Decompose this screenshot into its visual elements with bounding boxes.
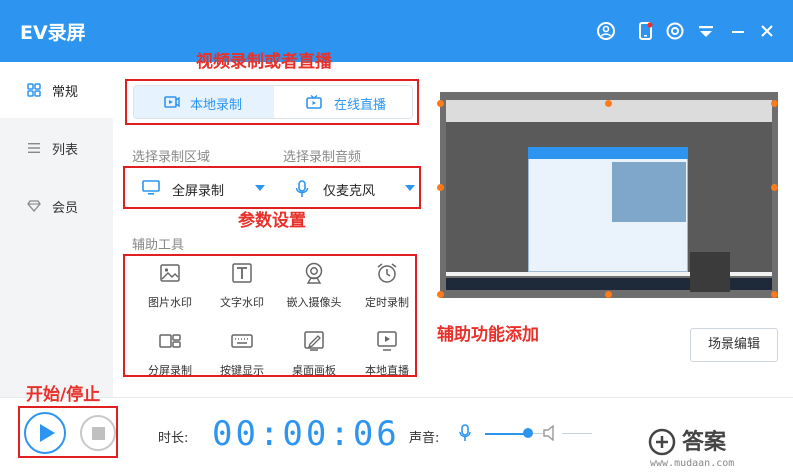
camera-icon: [305, 262, 323, 284]
annotation-mode: 视频录制或者直播: [196, 52, 332, 72]
start-button[interactable]: [24, 412, 66, 454]
record-icon: [164, 96, 180, 108]
phone-icon[interactable]: [636, 21, 656, 41]
tools-label: 辅助工具: [132, 238, 185, 253]
stop-button[interactable]: [80, 415, 116, 451]
resize-handle[interactable]: [437, 184, 444, 191]
tool-label: 按键显示: [220, 364, 264, 377]
dropdown-menu-icon[interactable]: [696, 21, 716, 41]
sidebar-item-label: 会员: [52, 201, 79, 216]
tab-label: 在线直播: [334, 98, 387, 113]
record-timer: 00:00:06: [212, 414, 400, 454]
duration-label: 时长:: [158, 431, 189, 446]
live-tv-icon: [306, 95, 322, 109]
tool-label: 嵌入摄像头: [286, 296, 342, 309]
resize-handle[interactable]: [605, 100, 612, 107]
tool-label: 本地直播: [365, 364, 409, 377]
sidebar: 常规 列表 会员: [0, 62, 113, 397]
annotation-params: 参数设置: [238, 211, 306, 231]
sidebar-item-general[interactable]: 常规: [0, 62, 113, 118]
volume-slider-track: [562, 433, 592, 434]
watermark-brand: 答案: [682, 430, 727, 455]
tool-label: 桌面画板: [292, 364, 336, 377]
chevron-down-icon: [255, 185, 265, 191]
close-icon[interactable]: [757, 21, 777, 41]
annotation-tools: 辅助功能添加: [437, 325, 539, 345]
watermark-site: www.mudaan.com: [650, 458, 735, 469]
user-icon[interactable]: [596, 21, 616, 41]
record-area-value: 全屏录制: [172, 184, 225, 199]
resize-handle[interactable]: [605, 291, 612, 298]
sidebar-item-label: 列表: [52, 143, 79, 158]
record-audio-label: 选择录制音频: [283, 150, 362, 165]
sidebar-item-vip[interactable]: 会员: [0, 178, 113, 234]
preview-nested-preview: [612, 162, 686, 222]
tool-embed-camera[interactable]: 嵌入摄像头: [279, 262, 349, 322]
record-audio-select[interactable]: 仅麦克风: [283, 170, 418, 206]
play-screen-icon: [377, 331, 397, 351]
diamond-icon: [27, 200, 41, 212]
text-icon: [232, 263, 252, 283]
tab-label: 本地录制: [190, 98, 243, 113]
tab-local-record[interactable]: 本地录制: [134, 86, 274, 118]
alarm-icon: [377, 263, 397, 283]
mode-tabs: 本地录制 在线直播: [133, 85, 413, 119]
keyboard-icon: [231, 334, 253, 348]
scene-edit-button[interactable]: 场景编辑: [690, 328, 778, 362]
resize-handle[interactable]: [771, 100, 778, 107]
annotation-start-stop: 开始/停止: [26, 385, 101, 405]
record-audio-value: 仅麦克风: [323, 184, 376, 199]
resize-handle[interactable]: [437, 291, 444, 298]
screen-preview[interactable]: [437, 92, 778, 298]
volume-slider-fill: [485, 433, 527, 435]
stop-icon: [92, 427, 105, 440]
speaker-icon[interactable]: [543, 425, 557, 441]
preview-app-titlebar: [528, 147, 688, 159]
tool-key-display[interactable]: 按键显示: [207, 330, 277, 390]
tab-online-live[interactable]: 在线直播: [274, 86, 412, 118]
tool-desktop-board[interactable]: 桌面画板: [279, 330, 349, 390]
minimize-icon[interactable]: [728, 21, 748, 41]
resize-handle[interactable]: [437, 100, 444, 107]
tool-scheduled-record[interactable]: 定时录制: [352, 262, 422, 322]
app-title: EV录屏: [20, 22, 86, 44]
sound-label: 声音:: [409, 431, 440, 446]
settings-icon[interactable]: [665, 21, 685, 41]
tool-image-watermark[interactable]: 图片水印: [135, 262, 205, 322]
microphone-icon: [295, 180, 309, 197]
tool-text-watermark[interactable]: 文字水印: [207, 262, 277, 322]
resize-handle[interactable]: [771, 291, 778, 298]
split-screen-icon: [159, 334, 181, 348]
title-bar: EV录屏: [0, 0, 793, 62]
sidebar-item-list[interactable]: 列表: [0, 120, 113, 176]
chevron-down-icon: [405, 185, 415, 191]
microphone-icon[interactable]: [459, 424, 471, 442]
tool-label: 定时录制: [365, 296, 409, 309]
tool-local-live[interactable]: 本地直播: [352, 330, 422, 390]
monitor-icon: [142, 180, 160, 195]
preview-tray-popup: [690, 252, 730, 292]
grid-icon: [27, 83, 41, 97]
record-area-label: 选择录制区域: [132, 150, 211, 165]
tool-label: 文字水印: [220, 296, 264, 309]
record-area-select[interactable]: 全屏录制: [128, 170, 268, 206]
tool-split-record[interactable]: 分屏录制: [135, 330, 205, 390]
watermark-logo-icon: [648, 428, 676, 456]
volume-slider-knob[interactable]: [523, 428, 533, 438]
play-icon: [40, 424, 55, 442]
tool-label: 图片水印: [148, 296, 192, 309]
sidebar-item-label: 常规: [52, 85, 79, 100]
image-icon: [160, 264, 180, 282]
tool-label: 分屏录制: [148, 364, 192, 377]
resize-handle[interactable]: [771, 184, 778, 191]
list-icon: [28, 143, 40, 153]
pen-board-icon: [304, 331, 324, 351]
